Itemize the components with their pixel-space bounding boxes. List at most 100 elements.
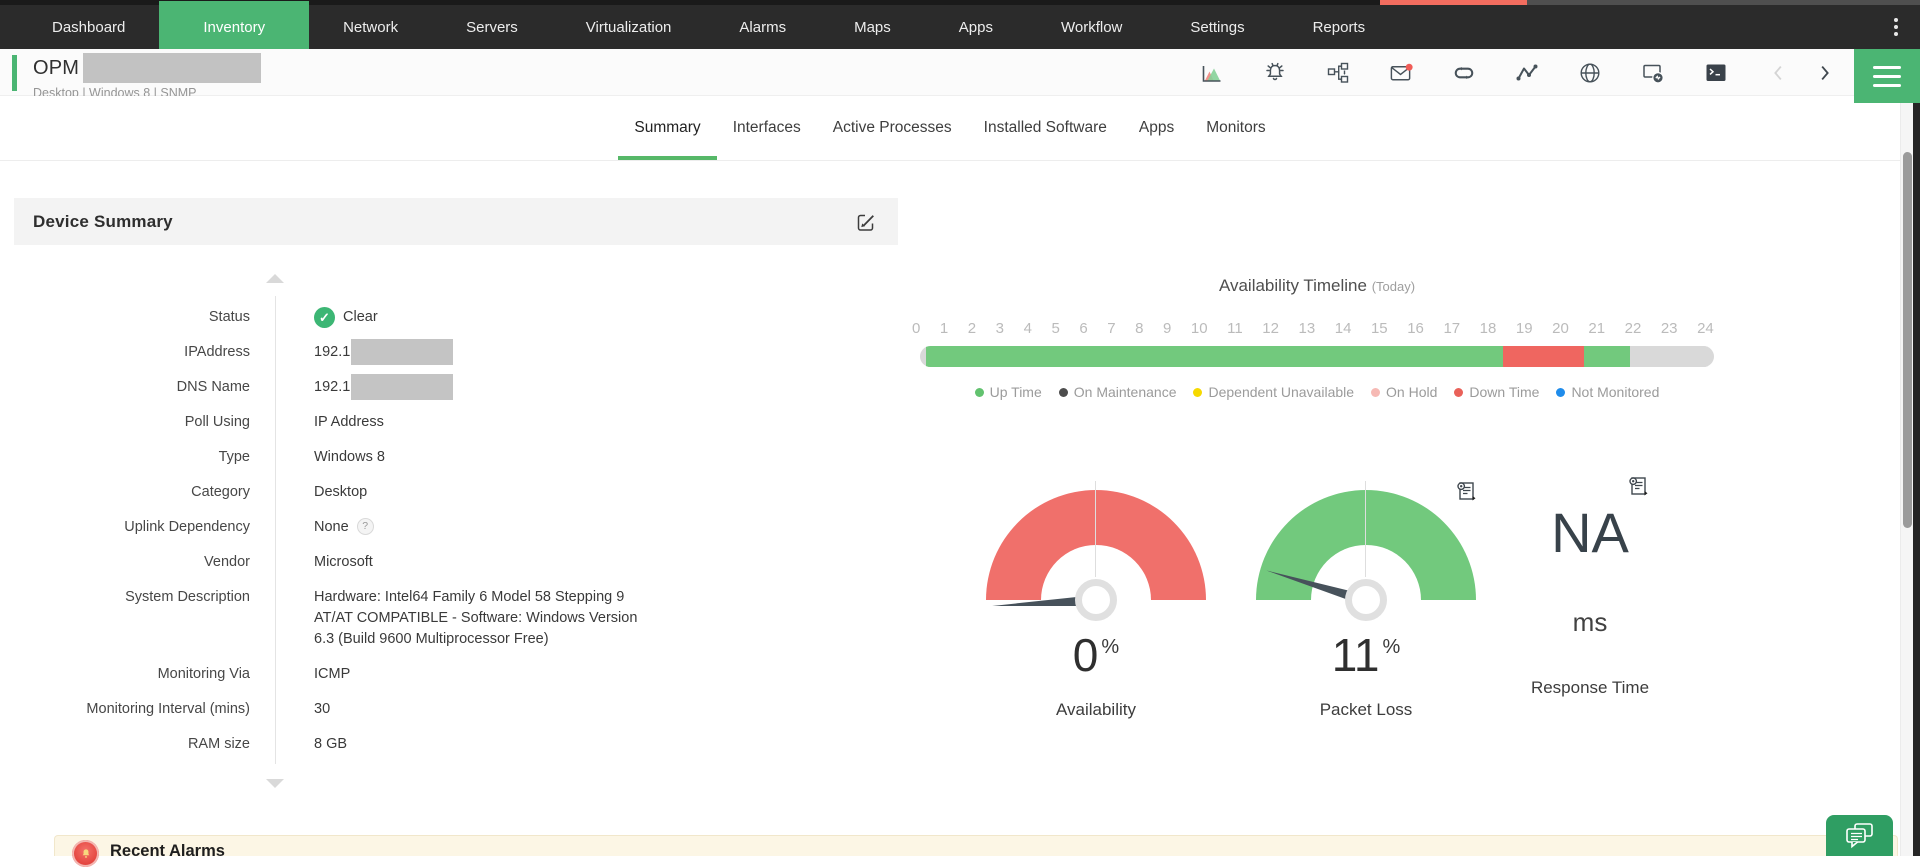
- packet-loss-unit: %: [1382, 636, 1401, 658]
- field-label: Monitoring Via: [157, 666, 250, 682]
- nav-servers[interactable]: Servers: [432, 5, 552, 49]
- nav-inventory[interactable]: Inventory: [159, 1, 310, 49]
- nav-reports[interactable]: Reports: [1279, 5, 1400, 49]
- header-toolbar: [1200, 49, 1836, 96]
- response-time-widget: NA ms Response Time: [1478, 500, 1702, 698]
- field-row-vendor: Vendor Microsoft: [14, 552, 734, 587]
- packet-loss-value: 11: [1331, 629, 1380, 681]
- report-icon[interactable]: [1627, 475, 1649, 497]
- tab-active-processes[interactable]: Active Processes: [817, 96, 968, 160]
- legend-dependent-unavailable: Dependent Unavailable: [1193, 384, 1354, 400]
- report-icon[interactable]: [1455, 480, 1477, 502]
- availability-unit: %: [1101, 636, 1120, 658]
- status-ok-icon: ✓: [314, 307, 335, 328]
- legend-dot: [1193, 387, 1203, 397]
- legend-on-hold: On Hold: [1371, 384, 1437, 400]
- device-tabs: Summary Interfaces Active Processes Inst…: [0, 96, 1900, 161]
- nav-dashboard[interactable]: Dashboard: [18, 5, 159, 49]
- tab-interfaces[interactable]: Interfaces: [717, 96, 817, 160]
- tab-installed-software[interactable]: Installed Software: [968, 96, 1123, 160]
- response-time-label: Response Time: [1530, 678, 1650, 697]
- field-label: Poll Using: [184, 414, 250, 430]
- field-label: RAM size: [187, 736, 250, 752]
- device-summary-fields: Status ✓ Clear IPAddress 192.1 DNS Name …: [14, 307, 734, 764]
- hour-label: 4: [1023, 320, 1032, 337]
- scrollbar-track[interactable]: [1900, 96, 1913, 856]
- suppress-loop-icon[interactable]: [1452, 61, 1476, 85]
- field-label: Vendor: [204, 554, 250, 570]
- chat-button[interactable]: [1826, 815, 1893, 856]
- field-value: 192.1: [314, 379, 351, 395]
- chevron-left-icon[interactable]: [1767, 61, 1791, 85]
- field-label: Status: [208, 309, 250, 325]
- gauge-knob: [1345, 579, 1387, 621]
- globe-icon[interactable]: [1578, 61, 1602, 85]
- active-tab-underline: [618, 156, 717, 160]
- nav-apps[interactable]: Apps: [925, 5, 1027, 49]
- legend-up-time: Up Time: [974, 384, 1042, 400]
- field-label: Uplink Dependency: [124, 519, 250, 535]
- hour-label: 0: [912, 320, 921, 337]
- remote-session-icon[interactable]: [1641, 61, 1665, 85]
- terminal-icon[interactable]: [1704, 61, 1728, 85]
- alarm-bell-icon[interactable]: [1263, 61, 1287, 85]
- edit-icon[interactable]: [854, 211, 876, 233]
- screen-edge-strip: [1913, 103, 1920, 856]
- hour-label: 19: [1515, 320, 1533, 337]
- tab-apps[interactable]: Apps: [1123, 96, 1190, 160]
- scroll-up-arrow-icon[interactable]: [266, 274, 284, 283]
- field-label: Category: [191, 484, 250, 500]
- timeline-legend: Up Time On Maintenance Dependent Unavail…: [920, 384, 1714, 400]
- hamburger-menu-button[interactable]: [1854, 49, 1920, 103]
- field-row-sysdesc: System Description Hardware: Intel64 Fam…: [14, 587, 734, 650]
- scrollbar-thumb[interactable]: [1903, 152, 1912, 528]
- scroll-down-arrow-icon[interactable]: [266, 779, 284, 788]
- help-icon[interactable]: ?: [356, 518, 374, 535]
- field-value: Microsoft: [314, 554, 373, 570]
- hour-label: 22: [1624, 320, 1642, 337]
- hour-label: 21: [1588, 320, 1606, 337]
- redacted-device-name: [83, 53, 262, 83]
- field-row-category: Category Desktop: [14, 482, 734, 517]
- field-row-type: Type Windows 8: [14, 447, 734, 482]
- legend-dot: [1454, 387, 1464, 397]
- field-value: 8 GB: [314, 736, 348, 752]
- kebab-menu-icon[interactable]: [1872, 5, 1920, 49]
- field-value: ICMP: [314, 666, 351, 682]
- tab-summary[interactable]: Summary: [618, 96, 717, 160]
- nav-network[interactable]: Network: [309, 5, 432, 49]
- hour-label: 14: [1334, 320, 1352, 337]
- legend-dot: [1556, 387, 1566, 397]
- hour-label: 16: [1407, 320, 1424, 337]
- email-icon[interactable]: [1389, 61, 1413, 85]
- nav-virtualization[interactable]: Virtualization: [552, 5, 706, 49]
- nav-settings[interactable]: Settings: [1156, 5, 1278, 49]
- field-label: Type: [218, 449, 250, 465]
- recent-alarms-panel: [54, 835, 1898, 856]
- chevron-right-icon[interactable]: [1812, 61, 1836, 85]
- response-graph-icon[interactable]: [1515, 61, 1539, 85]
- gauge-tick: [1365, 481, 1366, 577]
- tab-monitors[interactable]: Monitors: [1190, 96, 1281, 160]
- field-label: Monitoring Interval (mins): [86, 701, 250, 717]
- nav-maps[interactable]: Maps: [820, 5, 925, 49]
- hour-label: 15: [1370, 320, 1388, 337]
- timeline-segment-up: [1584, 346, 1630, 367]
- alarm-bell-badge-icon: [72, 840, 99, 867]
- availability-label: Availability: [1055, 700, 1136, 719]
- field-row-uplink: Uplink Dependency None ?: [14, 517, 734, 552]
- timeline-segment-up: [926, 346, 1503, 367]
- availability-value: 0: [1072, 629, 1099, 681]
- field-row-pollusing: Poll Using IP Address: [14, 412, 734, 447]
- field-row-monvia: Monitoring Via ICMP: [14, 664, 734, 699]
- field-value: IP Address: [314, 414, 384, 430]
- nav-alarms[interactable]: Alarms: [705, 5, 820, 49]
- legend-on-maintenance: On Maintenance: [1058, 384, 1176, 400]
- nav-workflow[interactable]: Workflow: [1027, 5, 1156, 49]
- workflow-icon[interactable]: [1326, 61, 1350, 85]
- hour-label: 17: [1443, 320, 1461, 337]
- hour-label: 7: [1107, 320, 1116, 337]
- performance-chart-icon[interactable]: [1200, 61, 1224, 85]
- timeline-title: Availability Timeline (Today): [1218, 276, 1416, 295]
- hour-label: 5: [1051, 320, 1060, 337]
